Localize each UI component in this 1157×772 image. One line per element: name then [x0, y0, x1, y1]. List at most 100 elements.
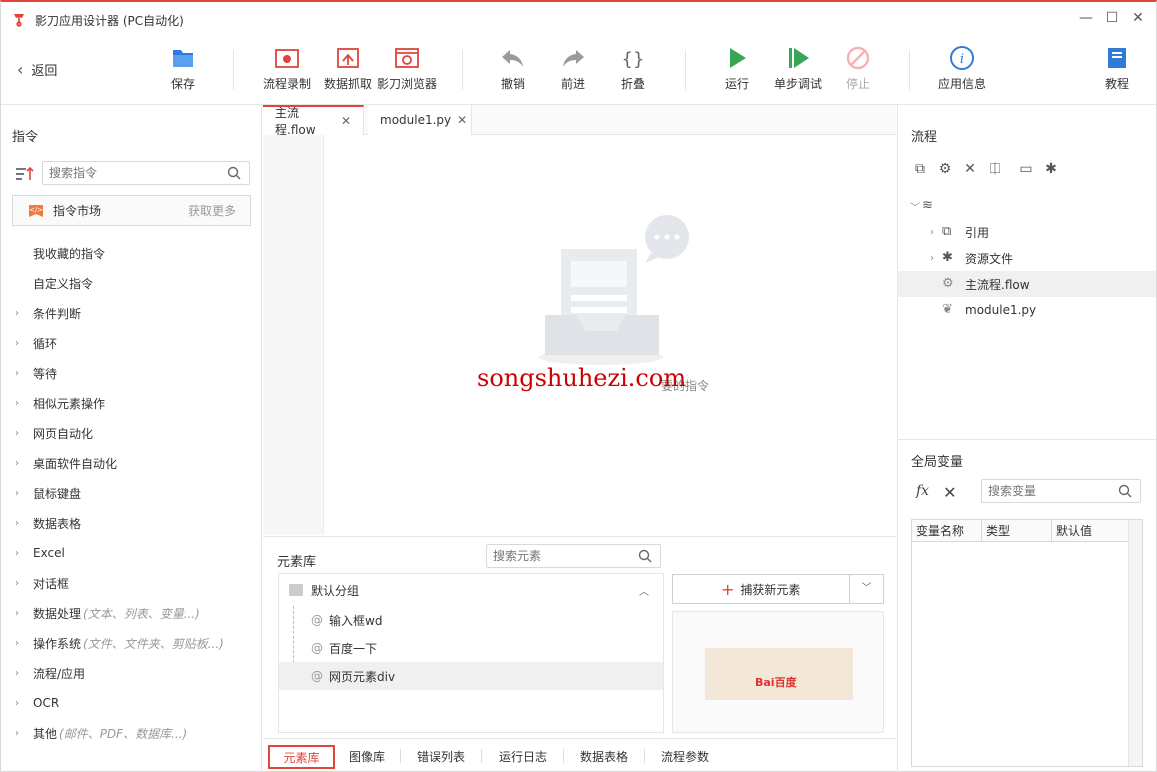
chevron-up-icon[interactable]: ︿: [639, 583, 649, 598]
layers-add-icon[interactable]: ⧉: [912, 161, 928, 177]
element-group-default[interactable]: 默认分组 ︿: [279, 574, 663, 606]
delete-icon[interactable]: ✕: [962, 161, 978, 177]
chevron-down-icon[interactable]: ﹀: [910, 199, 920, 214]
command-category-label: 流程/应用: [33, 666, 86, 681]
rename-icon[interactable]: ⎅: [987, 161, 1003, 177]
app-info-button[interactable]: i 应用信息: [931, 42, 993, 96]
chevron-right-icon[interactable]: ›: [15, 578, 19, 589]
folder-open-icon[interactable]: ▭: [1018, 161, 1034, 177]
chevron-right-icon[interactable]: ›: [930, 227, 934, 238]
command-category-label: 其他 (邮件、PDF、数据库...): [33, 726, 188, 741]
chevron-right-icon[interactable]: ›: [15, 518, 19, 529]
delete-icon[interactable]: ✕: [943, 483, 956, 502]
command-category[interactable]: › 其他 (邮件、PDF、数据库...): [1, 718, 261, 748]
save-button[interactable]: 保存: [152, 42, 214, 96]
chevron-right-icon[interactable]: ›: [15, 488, 19, 499]
run-button[interactable]: 运行: [706, 42, 768, 96]
chevron-right-icon[interactable]: ›: [15, 608, 19, 619]
element-item[interactable]: @ 百度一下: [279, 634, 663, 662]
command-category[interactable]: › 桌面软件自动化: [1, 448, 261, 478]
command-category-label: 循环: [33, 336, 58, 351]
tab-data-table[interactable]: 数据表格: [574, 745, 634, 769]
redo-icon: [563, 50, 584, 67]
sort-icon[interactable]: [15, 165, 35, 183]
command-category[interactable]: › 数据处理 (文本、列表、变量...): [1, 598, 261, 628]
command-category[interactable]: › 对话框: [1, 568, 261, 598]
get-more-link[interactable]: 获取更多: [188, 202, 236, 219]
maximize-icon[interactable]: ☐: [1104, 10, 1120, 26]
command-category[interactable]: › Excel: [1, 538, 261, 568]
back-button[interactable]: ‹ 返回: [17, 60, 57, 79]
search-icon[interactable]: [638, 549, 652, 563]
command-category-hint: (邮件、PDF、数据库...): [59, 726, 188, 741]
command-search-input[interactable]: [43, 162, 219, 184]
command-category[interactable]: › 循环: [1, 328, 261, 358]
fold-button[interactable]: {} 折叠: [602, 42, 664, 96]
search-icon[interactable]: [1118, 484, 1132, 498]
command-category[interactable]: › 等待: [1, 358, 261, 388]
chevron-right-icon[interactable]: ›: [15, 698, 19, 709]
project-root[interactable]: ﹀ ≋: [898, 193, 1156, 219]
capture-element-button[interactable]: + 捕获新元素 ﹀: [672, 574, 884, 604]
chevron-right-icon[interactable]: ›: [15, 398, 19, 409]
element-item[interactable]: @ 输入框wd: [279, 606, 663, 634]
tab-error-list[interactable]: 错误列表: [411, 745, 471, 769]
command-category[interactable]: 自定义指令: [1, 268, 261, 298]
undo-button[interactable]: 撤销: [482, 42, 544, 96]
tutorial-button[interactable]: 教程: [1086, 42, 1148, 96]
browser-icon: [395, 48, 419, 68]
tree-item-main-flow[interactable]: ⚙ 主流程.flow: [898, 271, 1156, 297]
tree-item-module1[interactable]: ❦ module1.py: [898, 297, 1156, 323]
chevron-right-icon[interactable]: ›: [15, 338, 19, 349]
command-category[interactable]: › 数据表格: [1, 508, 261, 538]
close-window-icon[interactable]: ✕: [1130, 10, 1146, 26]
capture-button[interactable]: 数据抓取: [317, 42, 379, 96]
chevron-right-icon[interactable]: ›: [15, 458, 19, 469]
chevron-right-icon[interactable]: ›: [15, 638, 19, 649]
command-category[interactable]: › 条件判断: [1, 298, 261, 328]
tab-main-flow[interactable]: 主流程.flow ✕: [263, 105, 364, 137]
command-category[interactable]: › 鼠标键盘: [1, 478, 261, 508]
minimize-icon[interactable]: —: [1078, 10, 1094, 26]
project-tree: ﹀ ≋ › ⧉ 引用 › ✱ 资源文件 ⚙ 主流程.flow ❦ module1…: [898, 193, 1156, 323]
browser-button[interactable]: 影刀浏览器: [376, 42, 438, 96]
tab-element-library[interactable]: 元素库: [268, 745, 335, 769]
step-debug-button[interactable]: 单步调试: [767, 42, 829, 96]
variable-search-input[interactable]: [982, 480, 1117, 502]
chevron-right-icon[interactable]: ›: [15, 308, 19, 319]
python-add-icon[interactable]: ⚙: [937, 161, 953, 177]
command-category[interactable]: › OCR: [1, 688, 261, 718]
record-button[interactable]: 流程录制: [256, 42, 318, 96]
tab-image-library[interactable]: 图像库: [341, 745, 393, 769]
tab-run-log[interactable]: 运行日志: [493, 745, 553, 769]
flow-editor[interactable]: [263, 135, 896, 535]
tree-item-resources[interactable]: › ✱ 资源文件: [898, 245, 1156, 271]
chevron-right-icon[interactable]: ›: [15, 728, 19, 739]
chevron-right-icon[interactable]: ›: [15, 668, 19, 679]
tree-item-references[interactable]: › ⧉ 引用: [898, 219, 1156, 245]
element-item[interactable]: @ 网页元素div: [279, 662, 663, 690]
command-category[interactable]: › 流程/应用: [1, 658, 261, 688]
puzzle-icon[interactable]: ✱: [1043, 161, 1059, 177]
command-category[interactable]: › 操作系统 (文件、文件夹、剪贴板...): [1, 628, 261, 658]
close-tab-icon[interactable]: ✕: [457, 113, 467, 127]
element-search-input[interactable]: [487, 545, 635, 567]
command-category[interactable]: › 相似元素操作: [1, 388, 261, 418]
record-icon: [275, 49, 299, 68]
chevron-right-icon[interactable]: ›: [15, 548, 19, 559]
fx-add-icon[interactable]: fx: [916, 483, 929, 502]
chevron-right-icon[interactable]: ›: [15, 428, 19, 439]
chevron-right-icon[interactable]: ›: [15, 368, 19, 379]
command-category[interactable]: › 网页自动化: [1, 418, 261, 448]
close-tab-icon[interactable]: ✕: [341, 114, 351, 128]
search-icon[interactable]: [227, 166, 241, 180]
chevron-down-icon[interactable]: ﹀: [849, 575, 883, 603]
chevron-right-icon[interactable]: ›: [930, 253, 934, 264]
command-market-button[interactable]: </> 指令市场 获取更多: [12, 195, 251, 226]
tab-flow-params[interactable]: 流程参数: [655, 745, 715, 769]
redo-button[interactable]: 前进: [542, 42, 604, 96]
stop-button[interactable]: 停止: [827, 42, 889, 96]
tab-module1[interactable]: module1.py ✕: [368, 105, 472, 135]
vertical-scrollbar[interactable]: [1128, 520, 1142, 766]
command-category[interactable]: 我收藏的指令: [1, 238, 261, 268]
